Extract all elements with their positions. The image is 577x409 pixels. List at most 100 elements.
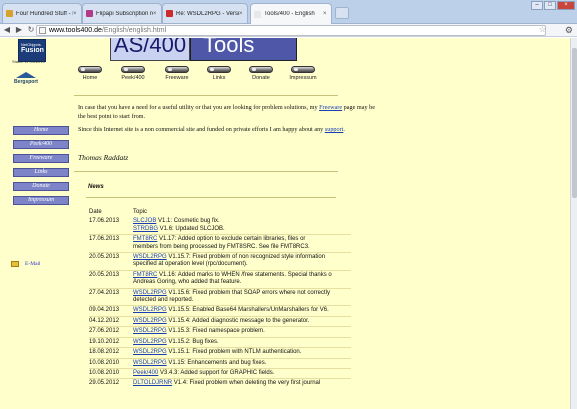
news-topic-text: specified at operation level (rpc/docume… [133, 261, 248, 268]
nav-button-icon[interactable] [207, 66, 231, 73]
browser-tab-strip: Four Hundred Stuff - IBM i×Flipapi Subsc… [0, 0, 577, 24]
nav-item-home[interactable]: Home [70, 66, 110, 81]
support-link[interactable]: support [325, 126, 344, 133]
sidebar-item-freeware[interactable]: Freeware [13, 154, 69, 163]
news-topic-line: SLCJOB V1.1: Cosmetic bug fix. [133, 218, 351, 225]
email-link[interactable]: E-Mail [11, 261, 41, 267]
url-host: www.tools400.de [49, 27, 102, 34]
news-tool-link[interactable]: WSDL2RPG [133, 360, 167, 366]
nav-item-impressum[interactable]: Impressum [283, 66, 323, 81]
new-tab-button[interactable] [335, 7, 349, 19]
news-tool-link[interactable]: WSDL2RPG [133, 328, 167, 334]
news-date: 17.06.2013 [89, 218, 120, 225]
news-topic-line: Peek/400 V3.4.3: Added support for GRAPH… [133, 370, 351, 377]
tab-close-icon[interactable]: × [73, 11, 81, 17]
nav-label[interactable]: Peek/400 [113, 75, 153, 81]
vertical-scrollbar[interactable] [570, 38, 577, 409]
news-tool-link[interactable]: WSDL2RPG [133, 307, 167, 313]
news-row: 20.05.2013 FMT8RC V1.16: Added marks to W… [89, 269, 351, 288]
nav-label[interactable]: Links [199, 75, 239, 81]
wrench-icon[interactable]: ⚙ [565, 25, 573, 36]
date-stamp: Stand: 17.06.2013 [12, 59, 45, 64]
news-tool-link[interactable]: WSDL2RPG [133, 254, 167, 260]
browser-tab[interactable]: Four Hundred Stuff - IBM i× [2, 3, 82, 23]
news-tool-link[interactable]: WSDL2RPG [133, 318, 167, 324]
news-tool-link[interactable]: WSDL2RPG [133, 339, 167, 345]
news-row: 18.08.2012 WSDL2RPG V1.15.1: Fixed proble… [89, 347, 351, 357]
news-tool-link[interactable]: FMT8RC [133, 272, 157, 278]
nav-item-peek-400[interactable]: Peek/400 [113, 66, 153, 81]
nav-item-donate[interactable]: Donate [241, 66, 281, 81]
freeware-link[interactable]: Freeware [319, 104, 342, 111]
tab-favicon-icon [166, 10, 173, 17]
sidebar-item-donate[interactable]: Donate [13, 182, 69, 191]
divider-top [74, 95, 338, 96]
browser-tab[interactable]: Tools/400 - English × [250, 3, 332, 24]
scrollbar-thumb[interactable] [572, 48, 577, 198]
nav-label[interactable]: Donate [241, 75, 281, 81]
tab-close-icon[interactable]: × [323, 11, 331, 17]
forward-icon[interactable]: ▶ [14, 25, 24, 35]
minimize-button[interactable]: – [531, 1, 543, 10]
news-tool-link[interactable]: WSDL2RPG [133, 290, 167, 296]
nav-button-icon[interactable] [249, 66, 273, 73]
news-date: 10.08.2010 [89, 369, 120, 376]
news-topic: WSDL2RPG V1.15.7: Fixed problem of non r… [133, 254, 351, 269]
news-topic: SLCJOB V1.1: Cosmetic bug fix. STRDBG V1.… [133, 218, 351, 233]
news-topic-text: V1.6: Updated SLCJOB. [158, 225, 225, 232]
browser-tab[interactable]: Flipapi Subscription result× [82, 3, 162, 23]
news-row: 19.10.2012 WSDL2RPG V1.15.2: Bug fixes. [89, 336, 351, 347]
news-topic: WSDL2RPG V1.15.1: Fixed problem with NTL… [133, 349, 351, 356]
intro-paragraph-2: Since this Internet site is a non commer… [78, 126, 345, 133]
news-topic-text: V1.1: Cosmetic bug fix. [156, 218, 220, 225]
bookmark-star-icon[interactable]: ☆ [539, 25, 546, 34]
tab-label: Re: WSDL2RPG - Version 1 [176, 10, 239, 17]
nav-button-icon[interactable] [291, 66, 315, 73]
nav-label[interactable]: Impressum [283, 75, 323, 81]
reload-icon[interactable]: ↻ [26, 25, 36, 35]
news-row: 09.04.2013 WSDL2RPG V1.15.5: Enabled Base… [89, 305, 351, 315]
tab-favicon-icon [86, 10, 93, 17]
news-topic-text: V3.4.3: Added support for GRAPHIC fields… [158, 369, 275, 376]
news-topic-line: Andreas Goring, who added that feature. [133, 279, 351, 286]
news-tool-link[interactable]: SLCJOB [133, 218, 156, 224]
news-topic: FMT8RC V1.16: Added marks to WHEN /free … [133, 272, 351, 287]
news-tool-link[interactable]: FMT8RC [133, 236, 157, 242]
news-topic: Peek/400 V3.4.3: Added support for GRAPH… [133, 370, 351, 377]
nav-item-freeware[interactable]: Freeware [157, 66, 197, 81]
sidebar-item-links[interactable]: Links [13, 168, 69, 177]
nav-button-icon[interactable] [165, 66, 189, 73]
news-tool-link[interactable]: STRDBG [133, 226, 158, 232]
news-topic-line: WSDL2RPG V1.15: Enhancements and bug fix… [133, 360, 351, 367]
nav-label[interactable]: Home [70, 75, 110, 81]
address-bar[interactable]: www.tools400.de/English/english.html [36, 25, 546, 36]
news-tool-link[interactable]: WSDL2RPG [133, 349, 167, 355]
news-tool-link[interactable]: DLTOLDJRNR [133, 380, 172, 386]
news-topic-text: Andreas Goring, who added that feature. [133, 279, 242, 286]
nav-label[interactable]: Freeware [157, 75, 197, 81]
tab-close-icon[interactable]: × [239, 11, 247, 17]
news-topic-text: V1.15.5: Enabled Base64 Marshallers/UnMa… [166, 307, 329, 314]
maximize-button[interactable]: □ [544, 1, 556, 10]
news-topic-line: members from being processed by FMT8SRC.… [133, 244, 351, 251]
banner-tools: Tools [190, 38, 297, 61]
browser-tab[interactable]: Re: WSDL2RPG - Version 1× [162, 3, 248, 23]
nav-button-icon[interactable] [121, 66, 145, 73]
sidebar-item-home[interactable]: Home [13, 126, 69, 135]
back-icon[interactable]: ◀ [2, 25, 12, 35]
news-date: 20.05.2013 [89, 271, 120, 278]
nav-item-links[interactable]: Links [199, 66, 239, 81]
news-topic: WSDL2RPG V1.15.2: Bug fixes. [133, 339, 351, 346]
sidebar-item-peek-400[interactable]: Peek/400 [13, 140, 69, 149]
news-tool-link[interactable]: Peek/400 [133, 370, 158, 376]
close-window-button[interactable]: × [557, 1, 575, 10]
sidebar-item-impressum[interactable]: Impressum [13, 196, 69, 205]
bergsport-logo[interactable]: Bergsport [10, 72, 42, 85]
nav-button-icon[interactable] [78, 66, 102, 73]
news-date: 09.04.2013 [89, 307, 120, 314]
divider-news [74, 171, 338, 172]
news-table: Date Topic 17.06.2013 SLCJOB V1.1: Cosmet… [89, 208, 351, 389]
news-topic-line: WSDL2RPG V1.15.5: Enabled Base64 Marshal… [133, 307, 351, 314]
tab-close-icon[interactable]: × [153, 11, 161, 17]
news-topic-text: V1.15.3: Fixed namespace problem. [166, 328, 265, 335]
